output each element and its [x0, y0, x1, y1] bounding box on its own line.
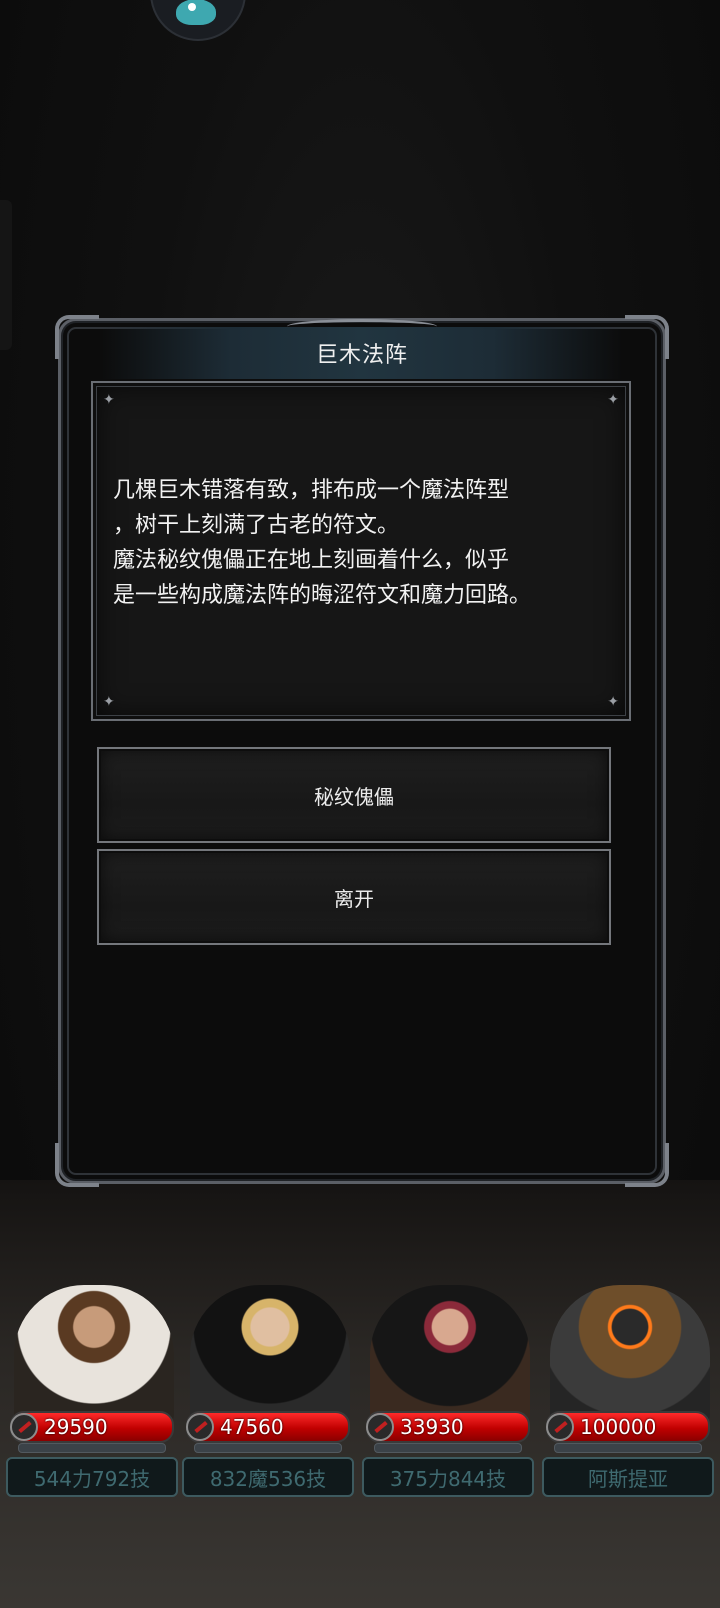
bird-eye	[188, 3, 196, 11]
party-member[interactable]: 100000 阿斯提亚	[540, 1285, 714, 1535]
energy-bar	[18, 1443, 166, 1453]
sparkle-icon: ✦	[103, 694, 115, 710]
frame-corner	[625, 1143, 669, 1187]
hp-bar: 47560	[186, 1411, 350, 1443]
story-line: ，树干上刻满了古老的符文。	[113, 513, 400, 538]
party-bar: 29590 544力792技 47560 832魔536技 33930 375力…	[0, 1285, 720, 1545]
hero-portrait	[370, 1285, 530, 1425]
hero-portrait	[14, 1285, 174, 1425]
sword-icon	[546, 1413, 574, 1441]
frame-corner	[55, 1143, 99, 1187]
hero-portrait	[550, 1285, 710, 1425]
story-text: 几棵巨木错落有致，排布成一个魔法阵型 ，树干上刻满了古老的符文。 魔法秘纹傀儡正…	[113, 473, 615, 613]
choice-button-golem[interactable]: 秘纹傀儡	[97, 747, 611, 843]
story-line: 几棵巨木错落有致，排布成一个魔法阵型	[113, 478, 510, 503]
sword-icon	[10, 1413, 38, 1441]
stat-label: 544力792技	[6, 1457, 178, 1497]
bird-icon	[176, 0, 216, 25]
hp-bar: 33930	[366, 1411, 530, 1443]
party-member[interactable]: 33930 375力844技	[360, 1285, 534, 1535]
sword-icon	[186, 1413, 214, 1441]
energy-bar	[374, 1443, 522, 1453]
title-ornament	[287, 319, 437, 334]
stat-label: 832魔536技	[182, 1457, 354, 1497]
sword-icon	[366, 1413, 394, 1441]
dialog-title: 巨木法阵	[315, 343, 408, 368]
hp-value: 100000	[580, 1415, 657, 1439]
hp-value: 47560	[220, 1415, 284, 1439]
hero-portrait	[190, 1285, 350, 1425]
story-line: 是一些构成魔法阵的晦涩符文和魔力回路。	[113, 583, 532, 608]
event-dialog: 巨木法阵 ✦ ✦ ✦ ✦ 几棵巨木错落有致，排布成一个魔法阵型 ，树干上刻满了古…	[55, 315, 669, 1187]
floating-assistant-button[interactable]	[150, 0, 246, 41]
stat-label: 375力844技	[362, 1457, 534, 1497]
party-member[interactable]: 47560 832魔536技	[180, 1285, 354, 1535]
hp-value: 33930	[400, 1415, 464, 1439]
choice-button-leave[interactable]: 离开	[97, 849, 611, 945]
sparkle-icon: ✦	[103, 392, 115, 408]
energy-bar	[194, 1443, 342, 1453]
game-screen: 巨木法阵 ✦ ✦ ✦ ✦ 几棵巨木错落有致，排布成一个魔法阵型 ，树干上刻满了古…	[0, 0, 720, 1608]
side-drawer-tab[interactable]	[0, 200, 12, 350]
dialog-title-bar: 巨木法阵	[101, 319, 623, 379]
sparkle-icon: ✦	[607, 694, 619, 710]
frame-corner	[625, 315, 669, 359]
energy-bar	[554, 1443, 702, 1453]
story-line: 魔法秘纹傀儡正在地上刻画着什么，似乎	[113, 548, 510, 573]
stat-label: 阿斯提亚	[542, 1457, 714, 1497]
frame-corner	[55, 315, 99, 359]
hp-bar: 29590	[10, 1411, 174, 1443]
hp-value: 29590	[44, 1415, 108, 1439]
party-member[interactable]: 29590 544力792技	[4, 1285, 178, 1535]
hp-bar: 100000	[546, 1411, 710, 1443]
sparkle-icon: ✦	[607, 392, 619, 408]
story-panel: ✦ ✦ ✦ ✦ 几棵巨木错落有致，排布成一个魔法阵型 ，树干上刻满了古老的符文。…	[91, 381, 631, 721]
